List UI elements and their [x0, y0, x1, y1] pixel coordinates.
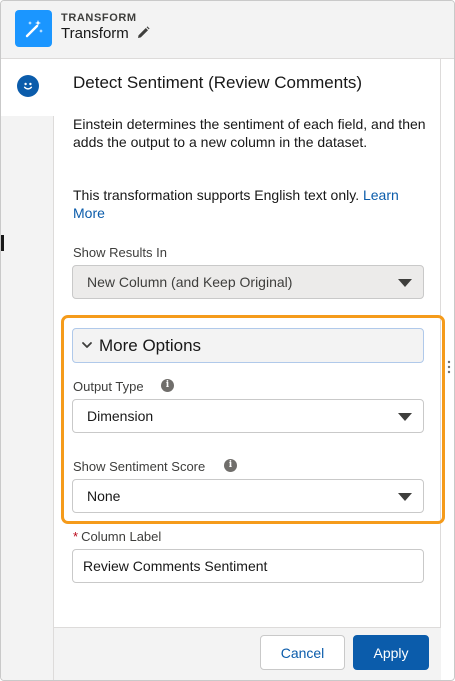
resize-handle-icon[interactable] [446, 358, 452, 376]
left-rail [1, 59, 54, 680]
output-type-label: Output Type [73, 379, 144, 394]
info-icon[interactable]: i [224, 459, 237, 472]
sentiment-score-label: Show Sentiment Score [73, 459, 206, 474]
smiley-icon [17, 75, 39, 97]
chevron-down-icon [398, 493, 412, 501]
header-title: Transform [61, 25, 129, 42]
column-label-text: Column Label [81, 529, 162, 544]
cancel-button[interactable]: Cancel [260, 635, 345, 670]
transform-window: TRANSFORM Transform Detect Sentiment (Re… [0, 0, 455, 681]
info-icon[interactable]: i [161, 379, 174, 392]
rail-divider [1, 235, 4, 251]
panel-title: Detect Sentiment (Review Comments) [73, 73, 363, 92]
chevron-down-icon [82, 342, 92, 348]
required-marker: * [73, 529, 79, 544]
header: TRANSFORM Transform [1, 1, 454, 59]
column-label-input[interactable]: Review Comments Sentiment [72, 549, 424, 583]
panel-description: Einstein determines the sentiment of eac… [73, 116, 426, 150]
show-results-select[interactable]: New Column (and Keep Original) [72, 265, 424, 299]
chevron-down-icon [398, 279, 412, 287]
output-type-value: Dimension [87, 408, 154, 424]
show-results-label: Show Results In [73, 245, 167, 260]
chevron-down-icon [398, 413, 412, 421]
panel-note: This transformation supports English tex… [73, 186, 433, 222]
apply-button[interactable]: Apply [353, 635, 429, 670]
output-type-select[interactable]: Dimension [72, 399, 424, 433]
rail-item-sentiment[interactable] [1, 59, 54, 116]
more-options-label: More Options [99, 335, 202, 355]
show-results-value: New Column (and Keep Original) [87, 274, 293, 290]
note-text: This transformation supports English tex… [73, 187, 360, 203]
more-options-toggle[interactable]: More Options [72, 328, 424, 363]
sentiment-score-value: None [87, 488, 121, 504]
pencil-icon[interactable] [136, 26, 150, 40]
magic-wand-icon [15, 10, 52, 47]
column-label-label: * Column Label [73, 529, 161, 544]
header-label: TRANSFORM [61, 12, 137, 24]
sentiment-score-select[interactable]: None [72, 479, 424, 513]
